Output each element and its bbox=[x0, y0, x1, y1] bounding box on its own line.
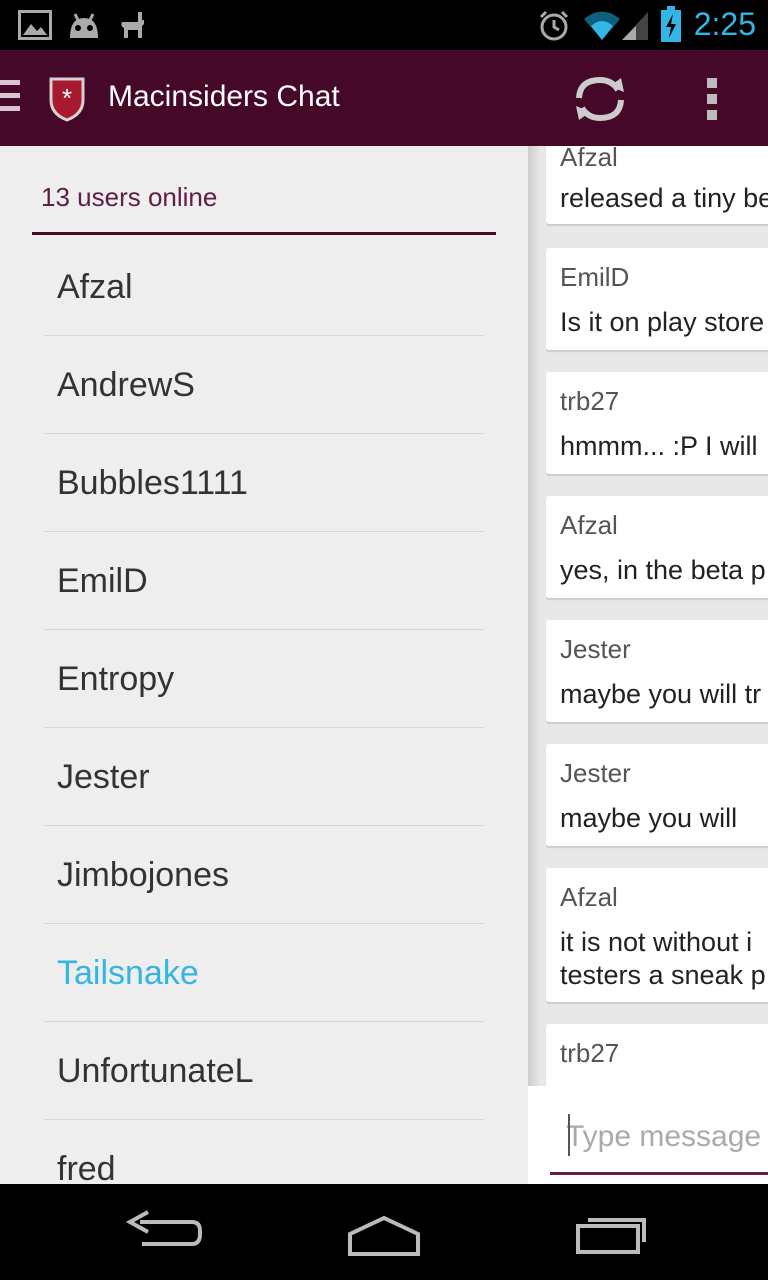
cell-signal-icon bbox=[622, 12, 648, 40]
message-author: Afzal bbox=[560, 510, 618, 540]
chat-message: EmilD Is it on play store bbox=[546, 248, 768, 350]
user-name: fred bbox=[57, 1150, 116, 1184]
user-list-item[interactable]: EmilD bbox=[44, 532, 484, 630]
user-name: Bubbles1111 bbox=[57, 464, 248, 502]
user-list-item-active[interactable]: Tailsnake bbox=[44, 924, 484, 1022]
system-nav-bar bbox=[0, 1184, 768, 1280]
message-text: hmmm... :P I will bbox=[560, 431, 758, 461]
drawer-shadow bbox=[528, 146, 540, 1184]
battery-charging-icon bbox=[661, 6, 681, 42]
message-text: released a tiny be bbox=[560, 183, 768, 213]
chat-message: Afzal released a tiny be bbox=[546, 146, 768, 224]
message-author: Afzal bbox=[560, 882, 618, 912]
alarm-icon bbox=[539, 10, 569, 41]
clock-time: 2:25 bbox=[693, 6, 756, 42]
app-logo-shield-icon[interactable]: * bbox=[48, 76, 86, 122]
user-name: AndrewS bbox=[57, 366, 195, 404]
refresh-icon[interactable] bbox=[570, 72, 630, 126]
message-author: trb27 bbox=[560, 386, 620, 416]
user-list: Afzal AndrewS Bubbles1111 EmilD Entropy … bbox=[44, 238, 484, 1184]
user-name: Jester bbox=[57, 758, 150, 796]
message-text: it is not without i testers a sneak p bbox=[560, 927, 766, 990]
user-name: Tailsnake bbox=[57, 954, 199, 992]
message-composer bbox=[528, 1086, 768, 1184]
message-author: Jester bbox=[560, 634, 631, 664]
user-list-item[interactable]: Bubbles1111 bbox=[44, 434, 484, 532]
message-text: yes, in the beta p bbox=[560, 555, 766, 585]
android-icon bbox=[70, 13, 98, 38]
chat-message: Jester maybe you will tr bbox=[546, 620, 768, 722]
app-title: Macinsiders Chat bbox=[108, 80, 340, 113]
status-bar: 2:25 bbox=[0, 0, 768, 50]
message-author: Afzal bbox=[560, 146, 618, 172]
chat-message: trb27 bbox=[546, 1024, 768, 1086]
message-text: Is it on play store bbox=[560, 307, 765, 337]
drawer-toggle-icon[interactable] bbox=[0, 80, 20, 116]
message-text: maybe you will bbox=[560, 803, 738, 833]
message-text: maybe you will tr bbox=[560, 679, 762, 709]
action-bar: * Macinsiders Chat bbox=[0, 50, 768, 146]
chat-message: Afzal it is not without i testers a snea… bbox=[546, 868, 768, 1002]
llama-icon bbox=[121, 12, 144, 38]
overflow-menu-icon[interactable] bbox=[690, 72, 734, 126]
chat-message: Jester maybe you will bbox=[546, 744, 768, 846]
user-name: Jimbojones bbox=[57, 856, 229, 894]
gallery-icon bbox=[18, 10, 52, 40]
user-list-item[interactable]: Jimbojones bbox=[44, 826, 484, 924]
user-list-item[interactable]: fred bbox=[44, 1120, 484, 1184]
user-list-item[interactable]: UnfortunateL bbox=[44, 1022, 484, 1120]
chat-message: trb27 hmmm... :P I will bbox=[546, 372, 768, 474]
user-list-item[interactable]: Afzal bbox=[44, 238, 484, 336]
message-author: Jester bbox=[560, 758, 631, 788]
back-icon[interactable] bbox=[112, 1204, 212, 1260]
user-list-item[interactable]: Jester bbox=[44, 728, 484, 826]
user-list-item[interactable]: AndrewS bbox=[44, 336, 484, 434]
message-input[interactable] bbox=[566, 1112, 768, 1162]
input-underline bbox=[550, 1172, 768, 1175]
recent-apps-icon[interactable] bbox=[560, 1204, 660, 1260]
home-icon[interactable] bbox=[334, 1204, 434, 1260]
user-name: UnfortunateL bbox=[57, 1052, 254, 1090]
chat-message: Afzal yes, in the beta p bbox=[546, 496, 768, 598]
user-list-item[interactable]: Entropy bbox=[44, 630, 484, 728]
svg-text:*: * bbox=[62, 83, 72, 113]
message-author: trb27 bbox=[560, 1038, 620, 1068]
chat-message-list[interactable]: Afzal released a tiny be EmilD Is it on … bbox=[528, 146, 768, 1086]
wifi-icon bbox=[584, 11, 620, 40]
user-name: EmilD bbox=[57, 562, 148, 600]
user-name: Afzal bbox=[57, 268, 133, 306]
section-divider bbox=[32, 232, 496, 235]
message-author: EmilD bbox=[560, 262, 630, 292]
users-drawer: 13 users online Afzal AndrewS Bubbles111… bbox=[0, 146, 528, 1184]
users-online-count: 13 users online bbox=[41, 182, 218, 212]
user-name: Entropy bbox=[57, 660, 175, 698]
text-cursor bbox=[568, 1114, 570, 1156]
